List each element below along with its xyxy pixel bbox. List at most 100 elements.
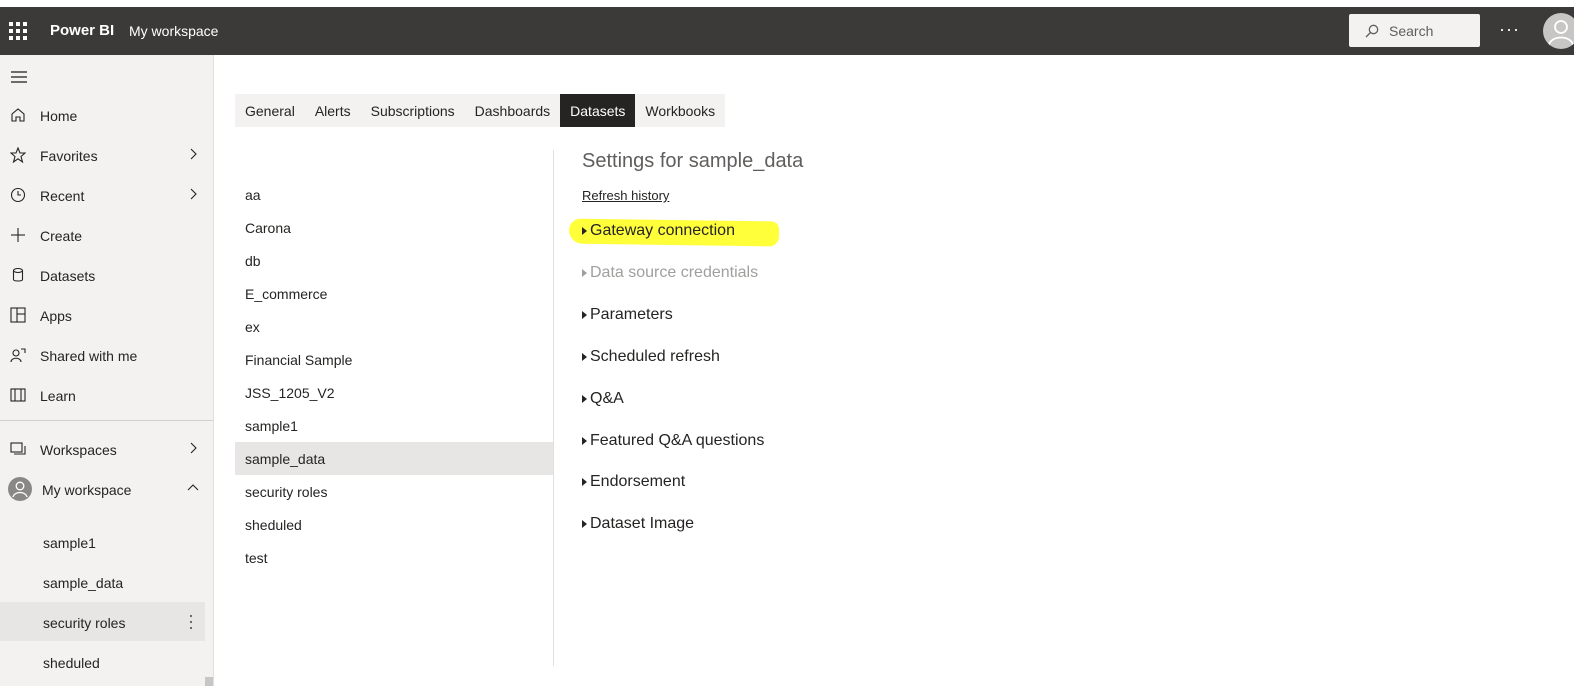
nav-label: Recent xyxy=(40,188,85,204)
hamburger-icon[interactable] xyxy=(11,71,27,83)
caret-right-icon xyxy=(582,395,587,403)
dataset-item[interactable]: security roles xyxy=(235,475,553,508)
more-options-button[interactable]: ··· xyxy=(1499,19,1520,40)
workspace-item-sample1[interactable]: sample1 xyxy=(0,525,213,561)
nav-datasets[interactable]: Datasets xyxy=(0,257,213,293)
chevron-right-icon xyxy=(190,188,197,200)
nav-label: Apps xyxy=(40,308,72,324)
caret-right-icon xyxy=(582,520,587,528)
apps-icon xyxy=(10,307,26,323)
workspace-item-security-roles[interactable]: security roles xyxy=(0,602,205,641)
section-label: Data source credentials xyxy=(590,264,759,281)
sidebar-scrollbar[interactable] xyxy=(205,677,213,686)
dataset-item[interactable]: Financial Sample xyxy=(235,343,553,376)
tab-workbooks[interactable]: Workbooks xyxy=(635,94,725,127)
section-endorsement[interactable]: Endorsement xyxy=(582,473,685,491)
dataset-item[interactable]: E_commerce xyxy=(235,277,553,310)
user-avatar[interactable] xyxy=(1543,13,1574,49)
section-label: Dataset Image xyxy=(590,515,695,532)
caret-right-icon xyxy=(582,227,587,235)
section-gateway-connection[interactable]: Gateway connection xyxy=(582,222,735,240)
dataset-item[interactable]: Carona xyxy=(235,211,553,244)
database-icon xyxy=(12,267,24,282)
nav-apps[interactable]: Apps xyxy=(0,297,213,333)
nav-divider xyxy=(0,420,213,421)
section-parameters[interactable]: Parameters xyxy=(582,306,673,324)
nav-workspaces[interactable]: Workspaces xyxy=(0,431,213,467)
nav-label: Favorites xyxy=(40,148,98,164)
panel-divider xyxy=(553,150,554,666)
nav-learn[interactable]: Learn xyxy=(0,377,213,413)
dataset-item[interactable]: sheduled xyxy=(235,508,553,541)
caret-right-icon xyxy=(582,437,587,445)
tab-dashboards[interactable]: Dashboards xyxy=(465,94,561,127)
section-qa[interactable]: Q&A xyxy=(582,390,624,408)
tab-alerts[interactable]: Alerts xyxy=(305,94,361,127)
app-launcher-icon[interactable] xyxy=(9,22,27,40)
section-label: Scheduled refresh xyxy=(590,348,720,365)
caret-right-icon xyxy=(582,478,587,486)
nav-label: My workspace xyxy=(42,482,132,498)
settings-tabs: General Alerts Subscriptions Dashboards … xyxy=(235,94,726,127)
settings-title: Settings for sample_data xyxy=(582,150,804,172)
workspace-item-sample-data[interactable]: sample_data xyxy=(0,565,213,601)
section-scheduled-refresh[interactable]: Scheduled refresh xyxy=(582,348,720,366)
chevron-right-icon xyxy=(190,442,197,454)
person-icon xyxy=(1548,20,1574,46)
workspace-item-label: sheduled xyxy=(43,655,100,671)
nav-create[interactable]: Create xyxy=(0,217,213,253)
plus-icon xyxy=(11,228,25,242)
nav-label: Create xyxy=(40,228,83,244)
tab-datasets[interactable]: Datasets xyxy=(560,94,636,127)
dataset-item[interactable]: test xyxy=(235,541,553,574)
dataset-item[interactable]: JSS_1205_V2 xyxy=(235,376,553,409)
tab-general[interactable]: General xyxy=(235,94,305,127)
dataset-item-selected[interactable]: sample_data xyxy=(235,442,553,475)
section-data-source-credentials: Data source credentials xyxy=(582,264,758,282)
chevron-up-icon xyxy=(187,484,199,491)
section-label: Endorsement xyxy=(590,473,686,490)
caret-right-icon xyxy=(582,269,587,277)
caret-right-icon xyxy=(582,311,587,319)
clock-icon xyxy=(10,187,26,203)
workspace-item-label: sample1 xyxy=(43,535,96,551)
refresh-history-link[interactable]: Refresh history xyxy=(582,188,669,203)
left-nav: Home Favorites Recent Create Datasets Ap… xyxy=(0,55,214,686)
section-dataset-image[interactable]: Dataset Image xyxy=(582,515,694,533)
dataset-item[interactable]: db xyxy=(235,244,553,277)
workspace-item-sheduled[interactable]: sheduled xyxy=(0,645,213,681)
nav-label: Home xyxy=(40,108,78,124)
section-label: Q&A xyxy=(590,390,624,407)
workspace-item-label: security roles xyxy=(43,615,126,631)
tab-subscriptions[interactable]: Subscriptions xyxy=(361,94,465,127)
section-featured-qa[interactable]: Featured Q&A questions xyxy=(582,432,764,450)
caret-right-icon xyxy=(582,353,587,361)
section-label: Gateway connection xyxy=(590,222,735,239)
dataset-settings-panel: Settings for sample_data Refresh history… xyxy=(582,150,804,532)
search-icon xyxy=(1365,24,1379,37)
dataset-list: aa Carona db E_commerce ex Financial Sam… xyxy=(235,178,553,574)
star-icon xyxy=(10,147,26,163)
workspace-avatar-icon xyxy=(8,477,32,501)
dataset-item[interactable]: aa xyxy=(235,178,553,211)
dataset-item[interactable]: ex xyxy=(235,310,553,343)
section-label: Featured Q&A questions xyxy=(590,432,765,449)
brand-name[interactable]: Power BI xyxy=(50,22,114,39)
section-label: Parameters xyxy=(590,306,673,323)
nav-label: Workspaces xyxy=(40,442,117,458)
dataset-item[interactable]: sample1 xyxy=(235,409,553,442)
kebab-menu-icon[interactable] xyxy=(189,614,193,630)
search-box[interactable]: Search xyxy=(1349,14,1480,47)
nav-label: Learn xyxy=(40,388,76,404)
nav-home[interactable]: Home xyxy=(0,97,213,133)
workspace-item-label: sample_data xyxy=(43,575,124,591)
top-strip xyxy=(0,0,1574,7)
workspaces-icon xyxy=(10,442,26,455)
workspace-breadcrumb[interactable]: My workspace xyxy=(129,23,218,39)
nav-shared-with-me[interactable]: Shared with me xyxy=(0,337,213,373)
nav-label: Shared with me xyxy=(40,348,138,364)
nav-recent[interactable]: Recent xyxy=(0,177,213,213)
nav-my-workspace[interactable]: My workspace xyxy=(0,471,213,507)
nav-favorites[interactable]: Favorites xyxy=(0,137,213,173)
home-icon xyxy=(11,108,25,122)
